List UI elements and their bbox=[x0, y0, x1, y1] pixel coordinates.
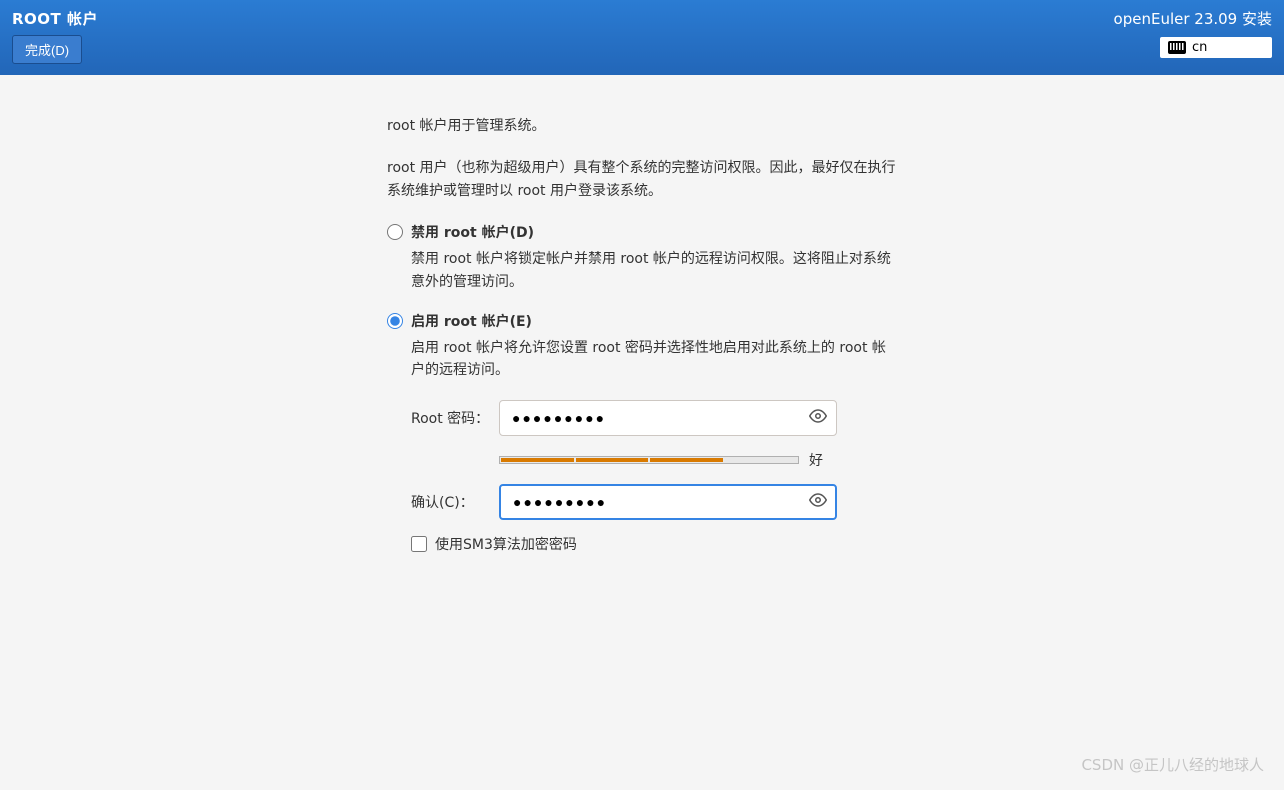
strength-segment bbox=[501, 458, 574, 462]
disable-root-radio[interactable] bbox=[387, 224, 403, 240]
enable-root-description: 启用 root 帐户将允许您设置 root 密码并选择性地启用对此系统上的 ro… bbox=[411, 337, 897, 382]
page-title: ROOT 帐户 bbox=[12, 8, 98, 29]
header-right: openEuler 23.09 安装 cn bbox=[1114, 8, 1272, 67]
keyboard-icon bbox=[1168, 41, 1186, 54]
sm3-checkbox[interactable] bbox=[411, 536, 427, 552]
password-input-wrapper bbox=[499, 400, 837, 436]
keyboard-layout-indicator[interactable]: cn bbox=[1160, 37, 1272, 58]
password-strength-label: 好 bbox=[809, 450, 823, 470]
strength-segment bbox=[650, 458, 723, 462]
main-content: root 帐户用于管理系统。 root 用户（也称为超级用户）具有整个系统的完整… bbox=[0, 75, 1284, 594]
password-label: Root 密码： bbox=[411, 408, 487, 428]
enable-root-label[interactable]: 启用 root 帐户(E) bbox=[411, 311, 532, 331]
content-column: root 帐户用于管理系统。 root 用户（也称为超级用户）具有整个系统的完整… bbox=[387, 115, 897, 554]
disable-root-option[interactable]: 禁用 root 帐户(D) bbox=[387, 222, 897, 242]
confirm-row: 确认(C)： bbox=[411, 484, 897, 520]
password-row: Root 密码： bbox=[411, 400, 897, 436]
header-left: ROOT 帐户 完成(D) bbox=[12, 8, 98, 67]
password-strength-row: 好 bbox=[499, 450, 897, 470]
sm3-label[interactable]: 使用SM3算法加密密码 bbox=[435, 534, 577, 554]
show-confirm-password-icon[interactable] bbox=[809, 491, 827, 513]
description-2: root 用户（也称为超级用户）具有整个系统的完整访问权限。因此，最好仅在执行系… bbox=[387, 157, 897, 202]
installer-title: openEuler 23.09 安装 bbox=[1114, 8, 1272, 29]
sm3-checkbox-row[interactable]: 使用SM3算法加密密码 bbox=[411, 534, 897, 554]
confirm-label: 确认(C)： bbox=[411, 492, 487, 512]
password-strength-meter bbox=[499, 456, 799, 464]
strength-segment bbox=[725, 458, 798, 462]
watermark: CSDN @正儿八经的地球人 bbox=[1081, 754, 1264, 775]
enable-root-radio[interactable] bbox=[387, 313, 403, 329]
disable-root-label[interactable]: 禁用 root 帐户(D) bbox=[411, 222, 534, 242]
password-form: Root 密码： 好 确认(C)： bbox=[411, 400, 897, 554]
disable-root-description: 禁用 root 帐户将锁定帐户并禁用 root 帐户的远程访问权限。这将阻止对系… bbox=[411, 248, 897, 293]
enable-root-option[interactable]: 启用 root 帐户(E) bbox=[387, 311, 897, 331]
strength-segment bbox=[576, 458, 649, 462]
root-password-input[interactable] bbox=[499, 400, 837, 436]
header-bar: ROOT 帐户 完成(D) openEuler 23.09 安装 cn bbox=[0, 0, 1284, 75]
description-1: root 帐户用于管理系统。 bbox=[387, 115, 897, 137]
confirm-password-input[interactable] bbox=[499, 484, 837, 520]
done-button[interactable]: 完成(D) bbox=[12, 35, 82, 64]
confirm-input-wrapper bbox=[499, 484, 837, 520]
keyboard-layout-label: cn bbox=[1192, 40, 1207, 55]
show-password-icon[interactable] bbox=[809, 407, 827, 429]
